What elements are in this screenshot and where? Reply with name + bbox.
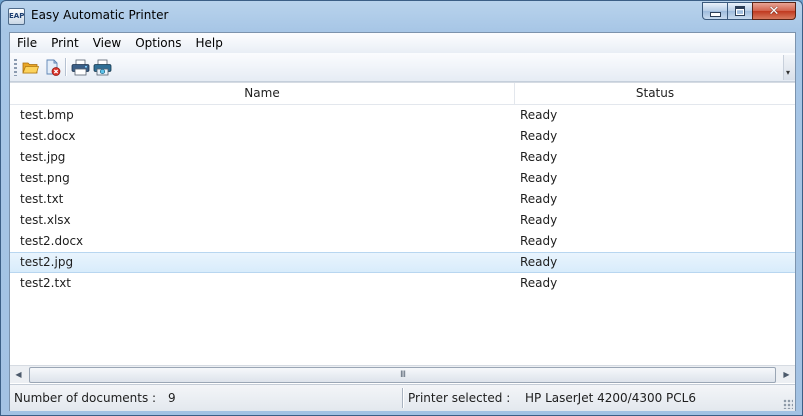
row-status: Ready: [520, 108, 558, 122]
printer-settings-button[interactable]: [92, 57, 112, 77]
document-list[interactable]: Name Status test.bmp Ready test.docx Ready…: [10, 82, 795, 366]
row-status: Ready: [520, 234, 558, 248]
menu-options[interactable]: Options: [128, 33, 188, 53]
table-row[interactable]: test.bmp Ready: [10, 105, 795, 126]
table-row[interactable]: test2.docx Ready: [10, 231, 795, 252]
app-icon[interactable]: EAP: [8, 8, 25, 25]
chevron-left-icon: ◀: [15, 370, 22, 379]
chevron-right-icon: ▶: [783, 370, 790, 379]
row-status: Ready: [520, 150, 558, 164]
row-name: test2.jpg: [20, 255, 74, 269]
maximize-icon: [735, 6, 745, 16]
print-button[interactable]: [70, 57, 90, 77]
open-folder-icon: [21, 62, 39, 73]
scroll-right-button[interactable]: ▶: [778, 366, 795, 383]
printer-name: HP LaserJet 4200/4300 PCL6: [525, 391, 696, 405]
row-name: test.txt: [20, 192, 64, 206]
list-header: Name Status: [10, 83, 795, 105]
maximize-button[interactable]: [727, 2, 753, 20]
minimize-icon: [709, 11, 721, 17]
table-row[interactable]: test.png Ready: [10, 168, 795, 189]
row-name: test.png: [20, 171, 70, 185]
menu-view[interactable]: View: [86, 33, 128, 53]
close-button[interactable]: ✕: [752, 2, 796, 20]
toolbar-grip[interactable]: [14, 59, 17, 76]
table-row[interactable]: test.docx Ready: [10, 126, 795, 147]
doc-count-value: 9: [168, 391, 176, 405]
table-row[interactable]: test2.txt Ready: [10, 273, 795, 294]
row-status: Ready: [520, 171, 558, 185]
table-row[interactable]: test.txt Ready: [10, 189, 795, 210]
toolbar: ▾: [10, 53, 795, 82]
row-status: Ready: [520, 255, 558, 269]
doc-count-label: Number of documents :: [14, 391, 157, 405]
table-row-selected[interactable]: test2.jpg Ready: [10, 252, 795, 273]
close-icon: ✕: [768, 3, 780, 19]
scroll-left-button[interactable]: ◀: [10, 366, 27, 383]
column-header-name[interactable]: Name: [10, 83, 515, 104]
horizontal-scrollbar[interactable]: ◀ III ▶: [10, 365, 795, 383]
row-status: Ready: [520, 129, 558, 143]
remove-document-button[interactable]: [42, 57, 62, 77]
row-name: test.bmp: [20, 108, 74, 122]
row-name: test.docx: [20, 129, 76, 143]
window-title: Easy Automatic Printer: [31, 8, 169, 22]
open-folder-button[interactable]: [20, 57, 40, 77]
table-row[interactable]: test.jpg Ready: [10, 147, 795, 168]
printer-icon: [71, 59, 89, 75]
column-header-status[interactable]: Status: [515, 83, 795, 104]
caption-buttons: ✕: [702, 2, 796, 20]
toolbar-separator: [65, 58, 66, 76]
menu-help[interactable]: Help: [189, 33, 230, 53]
printer-label: Printer selected :: [408, 391, 511, 405]
list-rows: test.bmp Ready test.docx Ready test.jpg Rea…: [10, 105, 795, 294]
status-bar: Number of documents : 9 Printer selected…: [10, 384, 795, 411]
table-row[interactable]: test.xlsx Ready: [10, 210, 795, 231]
printer-settings-icon: [93, 59, 111, 75]
toolbar-overflow-button[interactable]: ▾: [783, 55, 795, 80]
minimize-button[interactable]: [702, 2, 728, 20]
row-status: Ready: [520, 276, 558, 290]
menu-print[interactable]: Print: [44, 33, 86, 53]
thumb-grip: III: [400, 370, 406, 380]
title-bar[interactable]: EAP Easy Automatic Printer ✕: [1, 1, 802, 32]
remove-document-icon: [46, 59, 60, 76]
menu-file[interactable]: File: [10, 33, 44, 53]
status-separator: [402, 388, 403, 408]
menu-bar: File Print View Options Help: [10, 33, 795, 53]
row-name: test2.txt: [20, 276, 72, 290]
row-name: test2.docx: [20, 234, 84, 248]
app-window: EAP Easy Automatic Printer ✕ File Print …: [0, 0, 803, 416]
scroll-thumb[interactable]: III: [29, 367, 776, 383]
row-name: test.xlsx: [20, 213, 71, 227]
row-name: test.jpg: [20, 150, 66, 164]
resize-grip[interactable]: [783, 399, 793, 409]
overflow-icon: ▾: [786, 68, 791, 77]
row-status: Ready: [520, 192, 558, 206]
client-area: File Print View Options Help ▾ Name Stat…: [9, 32, 796, 411]
row-status: Ready: [520, 213, 558, 227]
